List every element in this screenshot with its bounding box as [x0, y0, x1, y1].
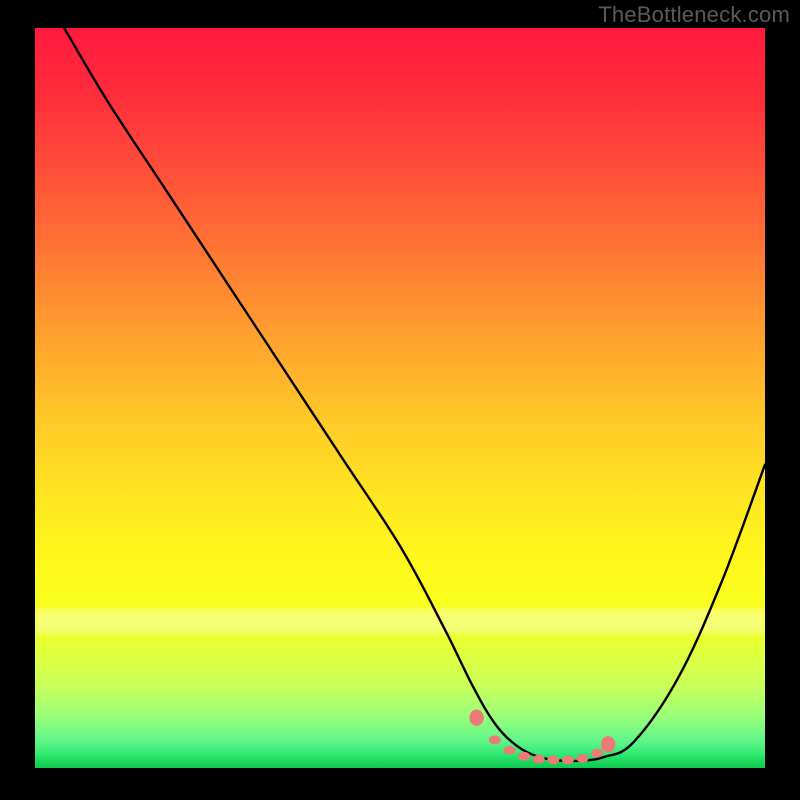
chart-svg — [35, 28, 765, 768]
marker-dot — [547, 756, 559, 765]
marker-dot — [533, 755, 545, 764]
marker-dot — [562, 756, 574, 765]
marker-dot — [601, 736, 615, 752]
chart-frame: TheBottleneck.com — [0, 0, 800, 800]
curve-layer — [64, 28, 765, 761]
marker-dot — [469, 710, 483, 726]
bottleneck-curve — [64, 28, 765, 761]
marker-dot — [518, 752, 530, 761]
plot-area — [35, 28, 765, 768]
marker-dot — [489, 736, 501, 745]
marker-dot — [504, 746, 516, 755]
marker-dot — [591, 749, 603, 758]
watermark-text: TheBottleneck.com — [598, 2, 790, 28]
marker-dot — [577, 754, 589, 763]
